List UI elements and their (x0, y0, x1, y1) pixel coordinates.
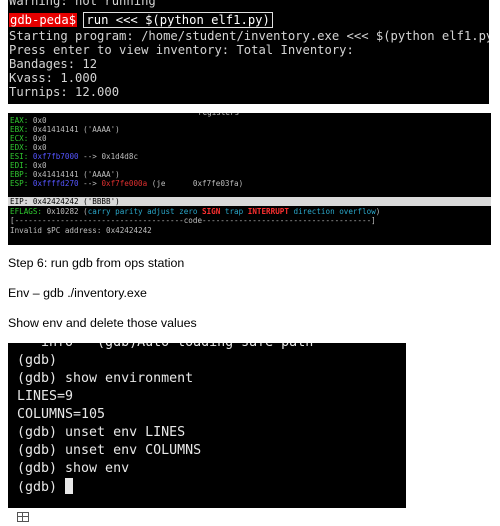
terminal-window-gdb-env: info "(gdb)Auto-loading safe path" (gdb)… (8, 343, 406, 508)
register-row: EBP: 0x41414141 ('AAAA') (10, 170, 120, 179)
register-row: EDI: 0x0 (10, 161, 47, 170)
register-address: 0xffffd270 (32, 179, 79, 188)
terminal-window-registers: registers EAX: 0x0 EBX: 0x41414141 ('AAA… (8, 113, 491, 245)
register-name: ESP: (10, 179, 29, 188)
eip-highlight-row: EIP: 0x42424242 ('BBBB') (8, 197, 491, 206)
register-value: 0x0 (28, 134, 47, 143)
output-line: Starting program: /home/student/inventor… (9, 29, 489, 43)
eflags-value: 0x10282 ( (42, 207, 88, 216)
register-name: EDI: (10, 161, 29, 170)
gdb-line: (gdb) show env (17, 461, 130, 476)
register-value: 0x0 (28, 161, 47, 170)
run-command: run <<< $(python elf1.py) (83, 12, 273, 28)
output-line: Turnips: 12.000 (9, 85, 120, 99)
register-value: 0x41414141 ('AAAA') (28, 125, 120, 134)
warning-line: Warning: not running (9, 0, 156, 8)
eflags-interrupt: INTERRUPT (247, 207, 289, 216)
gdb-line: COLUMNS=105 (17, 407, 106, 422)
registers-header: registers (198, 113, 239, 117)
register-row: ECX: 0x0 (10, 134, 47, 143)
output-line: Bandages: 12 (9, 57, 98, 71)
eflags-row: EFLAGS: 0x10282 (carry parity adjust zer… (10, 207, 380, 216)
register-name: ECX: (10, 134, 29, 143)
output-line: info "(gdb)Auto-loading safe path" (17, 343, 321, 352)
gdb-line: (gdb) (17, 353, 58, 368)
table-move-handle-icon[interactable] (17, 512, 29, 522)
terminal-window-run: Warning: not running gdb-peda$ run <<< $… (8, 0, 489, 104)
register-value: 0x41414141 ('AAAA') (28, 170, 120, 179)
command-line: gdb-peda$ run <<< $(python elf1.py) (9, 12, 273, 28)
register-name: EDX: (10, 143, 29, 152)
gdb-line: (gdb) unset env COLUMNS (17, 443, 202, 458)
register-name: EFLAGS: (10, 207, 43, 216)
register-name: EAX: (10, 116, 29, 125)
register-value: 0x0 (28, 143, 47, 152)
eip-register: EIP: 0x42424242 ('BBBB') (10, 197, 120, 206)
code-separator: [-------------------------------------co… (10, 216, 376, 225)
register-name: EBX: (10, 125, 29, 134)
gdb-line: LINES=9 (17, 389, 74, 404)
text-cursor (65, 478, 74, 494)
register-name: EBP: (10, 170, 29, 179)
invalid-pc-message: Invalid $PC address: 0x42424242 (10, 226, 152, 235)
register-row: EDX: 0x0 (10, 143, 47, 152)
register-deref: (je 0xf7fe03fa) (147, 179, 244, 188)
eflags-flags: trap (220, 207, 248, 216)
gdb-prompt-line[interactable]: (gdb) (17, 478, 74, 497)
eflags-flags: carry parity adjust zero (87, 207, 203, 216)
deref-arrow: --> (78, 179, 102, 188)
gdb-line: (gdb) show environment (17, 371, 194, 386)
register-row: ESI: 0xf7fb7000 --> 0x1d4d8c (10, 152, 138, 161)
register-target: 0xf7fe000a (101, 179, 148, 188)
caption-env: Env – gdb ./inventory.exe (8, 286, 147, 300)
eflags-sign: SIGN (202, 207, 221, 216)
gdb-prompt: (gdb) (17, 480, 66, 495)
output-line: Press enter to view inventory: Total Inv… (9, 43, 354, 57)
caption-step6: Step 6: run gdb from ops station (8, 256, 185, 270)
register-row: EBX: 0x41414141 ('AAAA') (10, 125, 120, 134)
register-deref: --> 0x1d4d8c (78, 152, 139, 161)
gdb-peda-prompt: gdb-peda$ (9, 13, 78, 27)
eflags-close: ) (375, 207, 381, 216)
output-line: Kvass: 1.000 (9, 71, 98, 85)
gdb-line: (gdb) unset env LINES (17, 425, 186, 440)
register-name: ESI: (10, 152, 29, 161)
eflags-flags: direction overflow (288, 207, 376, 216)
register-row-esp: ESP: 0xffffd270 --> 0xf7fe000a (je 0xf7f… (10, 179, 243, 188)
register-value: 0x0 (28, 116, 47, 125)
caption-show-env: Show env and delete those values (8, 316, 197, 330)
register-row: EAX: 0x0 (10, 116, 47, 125)
register-address: 0xf7fb7000 (32, 152, 79, 161)
